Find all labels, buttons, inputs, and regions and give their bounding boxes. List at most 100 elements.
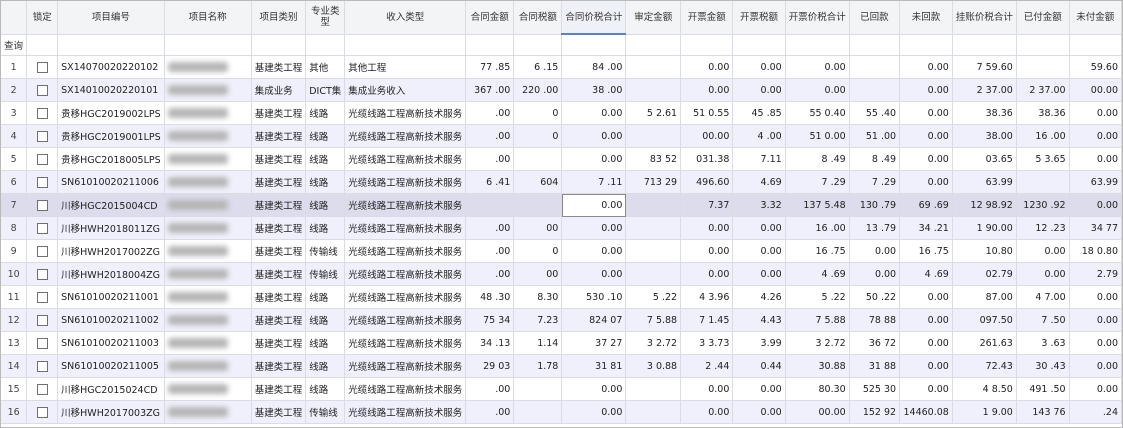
cell-invoice-total[interactable]: 0.00 [785, 55, 850, 79]
cell-unpaid[interactable]: 18 0.80 [1069, 239, 1122, 263]
cell-contract-total[interactable]: 0.00 [561, 262, 627, 286]
cell-invoice-amount[interactable]: 00.00 [680, 124, 734, 148]
cell-unpaid[interactable]: 0.00 [1069, 193, 1122, 217]
cell-paid[interactable]: 12 .23 [1016, 216, 1070, 240]
cell-invoice-total[interactable]: 16 .75 [785, 239, 850, 263]
cell-specialty-type[interactable]: 线路 [305, 124, 346, 148]
cell-invoice-total[interactable]: 80.30 [785, 377, 850, 401]
cell-invoice-total[interactable]: 00.00 [785, 400, 850, 424]
query-filter-contract-amount[interactable] [465, 34, 515, 56]
cell-unreceived[interactable]: 14460.08 [899, 400, 953, 424]
cell-project-code[interactable]: 贵移HGC2018005LPS [57, 147, 165, 171]
cell-unreceived[interactable]: 0.00 [899, 354, 953, 378]
cell-specialty-type[interactable]: 线路 [305, 170, 346, 194]
cell-paid[interactable]: 2 37.00 [1016, 78, 1070, 102]
cell-project-code[interactable]: 川移HWH2017002ZG [57, 239, 165, 263]
cell-audit-amount[interactable] [625, 78, 682, 102]
cell-project-name[interactable] [164, 124, 252, 148]
cell-booked-total[interactable]: 7 59.60 [952, 55, 1017, 79]
header-audit-amount[interactable]: 审定金额 [625, 1, 682, 35]
query-filter-invoice-total[interactable] [785, 34, 850, 56]
table-row[interactable]: 3 贵移HGC2019002LPS 基建类工程 线路 光缆线路工程高新技术服务 .00 0 0… [1, 101, 1122, 125]
lock-checkbox[interactable] [36, 222, 48, 234]
cell-paid[interactable]: 4 7.00 [1016, 285, 1070, 309]
cell-contract-amount[interactable]: .00 [465, 377, 515, 401]
cell-audit-amount[interactable] [625, 55, 682, 79]
cell-audit-amount[interactable] [625, 216, 682, 240]
cell-unpaid[interactable]: 0.00 [1069, 308, 1122, 332]
cell-audit-amount[interactable]: 3 2.72 [625, 331, 682, 355]
cell-unreceived[interactable]: 4 .69 [899, 262, 953, 286]
cell-paid[interactable]: 30 .43 [1016, 354, 1070, 378]
table-row[interactable]: 6 SN61010020211006 基建类工程 线路 光缆线路工程高新技术服务 6 .4… [1, 170, 1122, 194]
lock-checkbox[interactable] [36, 176, 48, 188]
cell-invoice-total[interactable]: 30.88 [785, 354, 850, 378]
cell-project-code[interactable]: SX14070020220102 [57, 55, 165, 79]
lock-checkbox[interactable] [36, 84, 48, 96]
cell-contract-total[interactable]: 7 .11 [561, 170, 627, 194]
header-invoice-total[interactable]: 开票价税合计 [785, 1, 850, 35]
cell-project-category[interactable]: 基建类工程 [251, 262, 307, 286]
cell-specialty-type[interactable]: 线路 [305, 331, 346, 355]
table-row[interactable]: 8 川移HWH2018011ZG 基建类工程 线路 光缆线路工程高新技术服务 .00 00 0… [1, 216, 1122, 240]
cell-project-category[interactable]: 基建类工程 [251, 285, 307, 309]
cell-received[interactable]: 525 30 [849, 377, 901, 401]
cell-contract-amount[interactable]: .00 [465, 400, 515, 424]
cell-invoice-tax[interactable]: 0.00 [732, 78, 786, 102]
cell-project-name[interactable] [164, 101, 252, 125]
cell-audit-amount[interactable] [625, 377, 682, 401]
cell-invoice-amount[interactable]: 7.37 [680, 193, 734, 217]
cell-income-type[interactable]: 光缆线路工程高新技术服务 [344, 147, 467, 171]
cell-unreceived[interactable]: 0.00 [899, 101, 953, 125]
query-filter-invoice-amount[interactable] [680, 34, 734, 56]
cell-project-category[interactable]: 基建类工程 [251, 239, 307, 263]
cell-invoice-amount[interactable]: 0.00 [680, 262, 734, 286]
cell-contract-tax[interactable]: 6 .15 [513, 55, 563, 79]
cell-contract-amount[interactable]: .00 [465, 124, 515, 148]
cell-project-category[interactable]: 基建类工程 [251, 55, 307, 79]
table-row[interactable]: 10 川移HWH2018004ZG 基建类工程 传输线 光缆线路工程高新技术服务 .00 0… [1, 262, 1122, 286]
query-filter-paid[interactable] [1016, 34, 1070, 56]
cell-paid[interactable]: 143 76 [1016, 400, 1070, 424]
cell-received[interactable]: 13 .79 [849, 216, 901, 240]
cell-booked-total[interactable]: 10.80 [952, 239, 1017, 263]
cell-invoice-tax[interactable]: 7.11 [732, 147, 786, 171]
cell-invoice-tax[interactable]: 0.00 [732, 216, 786, 240]
cell-project-name[interactable] [164, 262, 252, 286]
cell-invoice-total[interactable]: 16 .00 [785, 216, 850, 240]
cell-project-name[interactable] [164, 239, 252, 263]
header-contract-amount[interactable]: 合同金额 [465, 1, 515, 35]
cell-booked-total[interactable]: 87.00 [952, 285, 1017, 309]
cell-received[interactable]: 130 .79 [849, 193, 901, 217]
cell-booked-total[interactable]: 2 37.00 [952, 78, 1017, 102]
cell-contract-amount[interactable]: .00 [465, 262, 515, 286]
cell-contract-amount[interactable]: 367 .00 [465, 78, 515, 102]
lock-checkbox[interactable] [36, 314, 48, 326]
cell-paid[interactable]: 3 .63 [1016, 331, 1070, 355]
cell-specialty-type[interactable]: 线路 [305, 377, 346, 401]
cell-received[interactable]: 51 .00 [849, 124, 901, 148]
table-row[interactable]: 11 SN61010020211001 基建类工程 线路 光缆线路工程高新技术服务 48 … [1, 285, 1122, 309]
cell-unpaid[interactable]: 34 77 [1069, 216, 1122, 240]
cell-project-code[interactable]: 川移HWH2017003ZG [57, 400, 165, 424]
cell-booked-total[interactable]: 12 98.92 [952, 193, 1017, 217]
cell-invoice-amount[interactable]: 4 3.96 [680, 285, 734, 309]
cell-unpaid[interactable]: 63.99 [1069, 170, 1122, 194]
cell-income-type[interactable]: 光缆线路工程高新技术服务 [344, 377, 467, 401]
cell-project-code[interactable]: 川移HWH2018004ZG [57, 262, 165, 286]
cell-project-name[interactable] [164, 400, 252, 424]
cell-invoice-amount[interactable]: 0.00 [680, 78, 734, 102]
cell-audit-amount[interactable]: 5 .22 [625, 285, 682, 309]
cell-contract-amount[interactable]: .00 [465, 147, 515, 171]
cell-invoice-amount[interactable]: 031.38 [680, 147, 734, 171]
cell-invoice-tax[interactable]: 4 .00 [732, 124, 786, 148]
cell-contract-tax[interactable]: 1.14 [513, 331, 563, 355]
cell-invoice-amount[interactable]: 7 1.45 [680, 308, 734, 332]
cell-project-code[interactable]: 川移HGC2015004CD [57, 193, 165, 217]
query-filter-unreceived[interactable] [899, 34, 953, 56]
header-unpaid[interactable]: 未付金额 [1069, 1, 1122, 35]
cell-income-type[interactable]: 光缆线路工程高新技术服务 [344, 124, 467, 148]
cell-unpaid[interactable]: 0.00 [1069, 285, 1122, 309]
cell-contract-tax[interactable]: 604 [513, 170, 563, 194]
cell-unreceived[interactable]: 0.00 [899, 78, 953, 102]
